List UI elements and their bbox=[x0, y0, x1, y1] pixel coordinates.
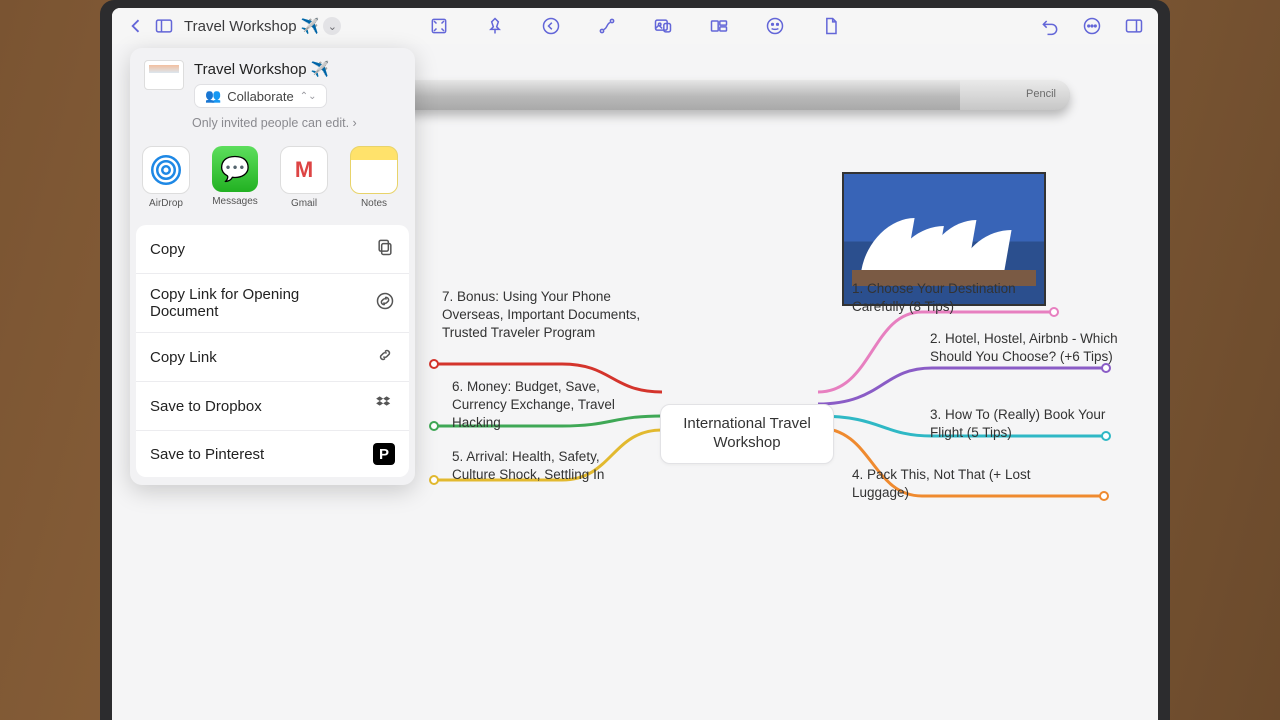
link-circle-icon bbox=[375, 291, 395, 315]
app-screen: Travel Workshop ✈️ ⌄ Pencil bbox=[112, 8, 1158, 720]
permission-note[interactable]: Only invited people can edit. › bbox=[130, 112, 415, 140]
action-save-dropbox[interactable]: Save to Dropbox bbox=[136, 382, 409, 431]
document-icon[interactable] bbox=[817, 12, 845, 40]
sidebar-toggle-button[interactable] bbox=[150, 12, 178, 40]
branch-right-4[interactable]: 4. Pack This, Not That (+ Lost Luggage) bbox=[852, 466, 1072, 502]
apple-pencil-illustration: Pencil bbox=[370, 80, 1070, 110]
share-app-gmail[interactable]: M Gmail bbox=[280, 146, 328, 209]
image-icon[interactable] bbox=[649, 12, 677, 40]
back-arrow-icon[interactable] bbox=[537, 12, 565, 40]
branch-right-3[interactable]: 3. How To (Really) Book Your Flight (5 T… bbox=[930, 406, 1120, 442]
document-menu-chevron[interactable]: ⌄ bbox=[323, 17, 341, 35]
undo-icon[interactable] bbox=[1036, 12, 1064, 40]
action-copy-link[interactable]: Copy Link bbox=[136, 333, 409, 382]
collaborate-label: Collaborate bbox=[227, 89, 294, 104]
pencil-brand-label: Pencil bbox=[1026, 88, 1056, 100]
back-button[interactable] bbox=[122, 12, 150, 40]
chevron-updown-icon: ⌃⌄ bbox=[300, 91, 317, 102]
document-thumbnail bbox=[144, 60, 184, 90]
document-title[interactable]: Travel Workshop ✈️ bbox=[184, 17, 319, 35]
panel-icon[interactable] bbox=[1120, 12, 1148, 40]
share-app-messages[interactable]: 💬 Messages bbox=[212, 146, 258, 209]
branch-left-3[interactable]: 5. Arrival: Health, Safety, Culture Shoc… bbox=[452, 448, 642, 484]
action-copy-link-open[interactable]: Copy Link for Opening Document bbox=[136, 274, 409, 333]
emoji-icon[interactable] bbox=[761, 12, 789, 40]
share-sheet-header: Travel Workshop ✈️ 👥 Collaborate ⌃⌄ bbox=[130, 48, 415, 112]
mindmap-center-node[interactable]: International Travel Workshop bbox=[660, 404, 834, 464]
branch-right-2[interactable]: 2. Hotel, Hostel, Airbnb - Which Should … bbox=[930, 330, 1120, 366]
action-save-pinterest[interactable]: Save to Pinterest P bbox=[136, 431, 409, 477]
share-sheet: Travel Workshop ✈️ 👥 Collaborate ⌃⌄ Only… bbox=[130, 48, 415, 485]
branch-left-1[interactable]: 7. Bonus: Using Your Phone Overseas, Imp… bbox=[442, 288, 642, 343]
share-sheet-title: Travel Workshop ✈️ bbox=[194, 60, 329, 78]
link-icon bbox=[375, 345, 395, 369]
pin-icon[interactable] bbox=[481, 12, 509, 40]
connector-icon[interactable] bbox=[593, 12, 621, 40]
toolbar-center-group bbox=[425, 12, 845, 40]
collaborate-dropdown[interactable]: 👥 Collaborate ⌃⌄ bbox=[194, 84, 327, 108]
share-apps-row: AirDrop 💬 Messages M Gmail Notes P Pi bbox=[130, 140, 415, 221]
dropbox-icon bbox=[375, 394, 395, 418]
share-app-airdrop[interactable]: AirDrop bbox=[142, 146, 190, 209]
share-actions-list: Copy Copy Link for Opening Document Copy… bbox=[136, 225, 409, 477]
branch-left-2[interactable]: 6. Money: Budget, Save, Currency Exchang… bbox=[452, 378, 652, 433]
copy-icon bbox=[375, 237, 395, 261]
expand-icon[interactable] bbox=[425, 12, 453, 40]
pinterest-icon: P bbox=[373, 443, 395, 465]
more-icon[interactable] bbox=[1078, 12, 1106, 40]
share-app-notes[interactable]: Notes bbox=[350, 146, 398, 209]
toolbar-right-group bbox=[1036, 12, 1148, 40]
branch-right-1[interactable]: 1. Choose Your Destination Carefully (8 … bbox=[852, 280, 1062, 316]
top-toolbar: Travel Workshop ✈️ ⌄ bbox=[112, 8, 1158, 44]
people-icon: 👥 bbox=[205, 88, 221, 104]
layout-icon[interactable] bbox=[705, 12, 733, 40]
chevron-right-icon: › bbox=[353, 116, 357, 130]
action-copy[interactable]: Copy bbox=[136, 225, 409, 274]
